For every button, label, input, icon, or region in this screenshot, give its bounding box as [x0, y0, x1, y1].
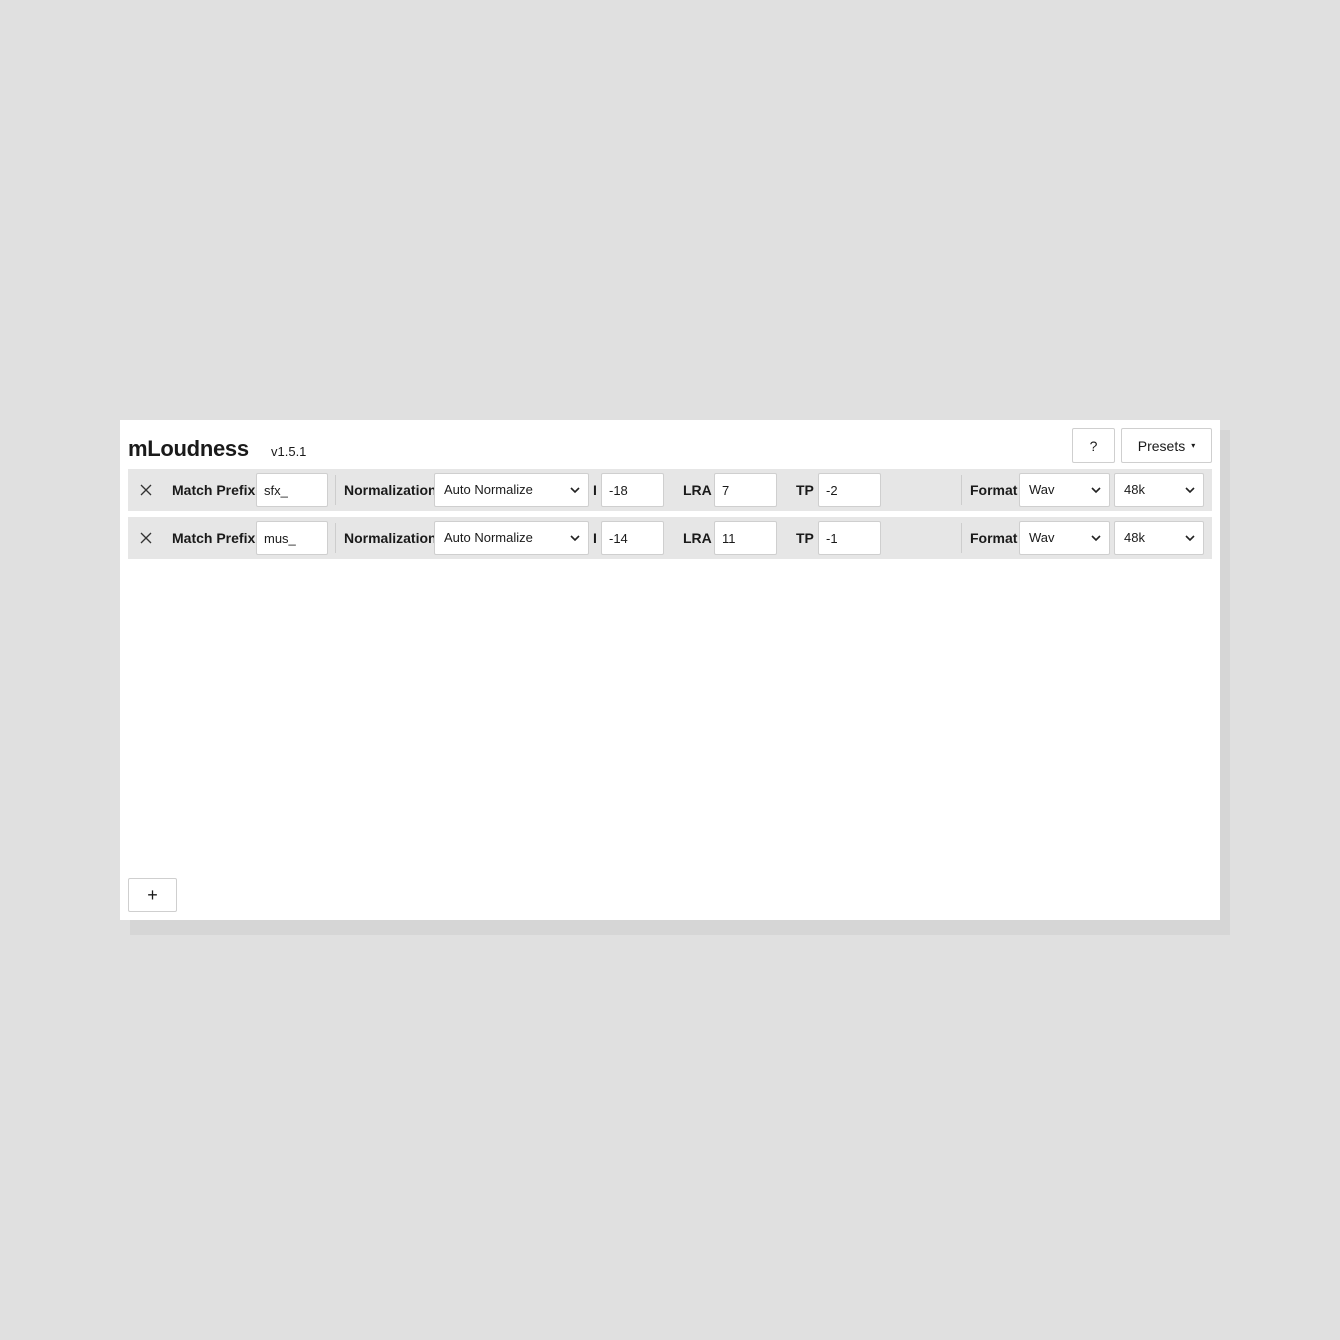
match-prefix-label: Match Prefix	[172, 530, 256, 546]
remove-rule-button[interactable]	[136, 528, 156, 548]
integrated-loudness-label: I	[593, 530, 597, 546]
sample-rate-select[interactable]: 48k	[1114, 473, 1204, 507]
lra-input[interactable]	[714, 521, 777, 555]
sample-rate-value: 48k	[1124, 482, 1145, 497]
chevron-down-icon	[570, 535, 580, 542]
format-select[interactable]: Wav	[1019, 521, 1110, 555]
format-label: Format	[970, 530, 1018, 546]
chevron-down-icon	[1091, 535, 1101, 542]
integrated-loudness-input[interactable]	[601, 521, 664, 555]
version-label: v1.5.1	[271, 444, 307, 459]
match-prefix-input[interactable]	[256, 521, 328, 555]
help-button[interactable]: ?	[1072, 428, 1115, 463]
chevron-down-icon	[1091, 487, 1101, 494]
integrated-loudness-label: I	[593, 482, 597, 498]
app-title: mLoudness	[128, 436, 249, 461]
caret-down-icon: ▾	[1191, 441, 1196, 450]
presets-button[interactable]: Presets ▾	[1121, 428, 1212, 463]
add-rule-button[interactable]: +	[128, 878, 177, 912]
normalization-value: Auto Normalize	[444, 482, 533, 497]
format-value: Wav	[1029, 530, 1055, 545]
normalization-select[interactable]: Auto Normalize	[434, 473, 589, 507]
match-prefix-label: Match Prefix	[172, 482, 256, 498]
format-label: Format	[970, 482, 1018, 498]
close-icon	[140, 484, 152, 496]
divider	[961, 523, 962, 553]
lra-label: LRA	[683, 482, 712, 498]
presets-button-label: Presets	[1137, 437, 1186, 454]
normalization-label: Normalization	[344, 530, 437, 546]
normalization-value: Auto Normalize	[444, 530, 533, 545]
remove-rule-button[interactable]	[136, 480, 156, 500]
divider	[335, 523, 336, 553]
divider	[961, 475, 962, 505]
normalization-select[interactable]: Auto Normalize	[434, 521, 589, 555]
sample-rate-value: 48k	[1124, 530, 1145, 545]
integrated-loudness-input[interactable]	[601, 473, 664, 507]
close-icon	[140, 532, 152, 544]
true-peak-label: TP	[796, 482, 814, 498]
lra-label: LRA	[683, 530, 712, 546]
app-panel: mLoudness v1.5.1 ? Presets ▾ Match Prefi…	[120, 420, 1220, 920]
chevron-down-icon	[1185, 487, 1195, 494]
sample-rate-select[interactable]: 48k	[1114, 521, 1204, 555]
chevron-down-icon	[570, 487, 580, 494]
match-prefix-input[interactable]	[256, 473, 328, 507]
rule-row: Match Prefix Normalization Auto Normaliz…	[128, 517, 1212, 559]
true-peak-label: TP	[796, 530, 814, 546]
plus-icon: +	[147, 884, 158, 905]
rule-row: Match Prefix Normalization Auto Normaliz…	[128, 469, 1212, 511]
help-button-label: ?	[1089, 437, 1098, 454]
divider	[335, 475, 336, 505]
format-select[interactable]: Wav	[1019, 473, 1110, 507]
lra-input[interactable]	[714, 473, 777, 507]
chevron-down-icon	[1185, 535, 1195, 542]
true-peak-input[interactable]	[818, 521, 881, 555]
true-peak-input[interactable]	[818, 473, 881, 507]
format-value: Wav	[1029, 482, 1055, 497]
normalization-label: Normalization	[344, 482, 437, 498]
